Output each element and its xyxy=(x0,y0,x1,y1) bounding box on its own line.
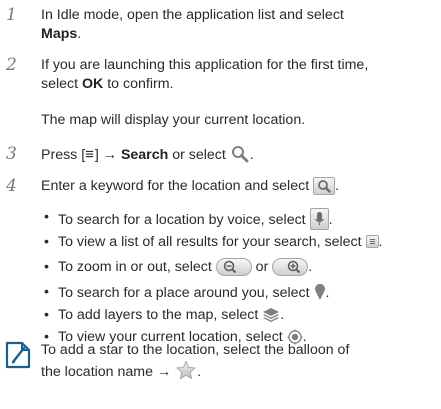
step-number: 3 xyxy=(6,144,17,164)
step-text: If you are launching this application fo… xyxy=(41,57,369,92)
note-pencil-icon xyxy=(5,341,31,369)
search-button-icon xyxy=(313,177,336,195)
step-text: Press [≡] → Search or select . xyxy=(41,146,254,163)
microphone-icon xyxy=(309,208,329,230)
step-number: 2 xyxy=(6,55,17,75)
note-text: To add a star to the location, select th… xyxy=(41,342,350,380)
place-pin-icon xyxy=(314,283,325,300)
search-label: Search xyxy=(120,147,169,163)
zoom-in-icon xyxy=(272,258,309,276)
step-number: 4 xyxy=(6,176,17,196)
app-name-maps: Maps xyxy=(41,26,78,42)
zoom-out-icon xyxy=(215,258,252,276)
star-icon xyxy=(176,360,197,380)
search-icon xyxy=(231,146,249,163)
ok-label: OK xyxy=(82,76,104,92)
step-number: 1 xyxy=(6,5,17,25)
list-icon xyxy=(365,235,379,248)
menu-key-icon: ≡ xyxy=(85,146,95,163)
step-2-subtext: The map will display your current locati… xyxy=(41,112,306,128)
step-text: In Idle mode, open the application list … xyxy=(41,7,344,42)
step-text: Enter a keyword for the location and sel… xyxy=(41,177,340,195)
layers-icon xyxy=(263,308,280,322)
